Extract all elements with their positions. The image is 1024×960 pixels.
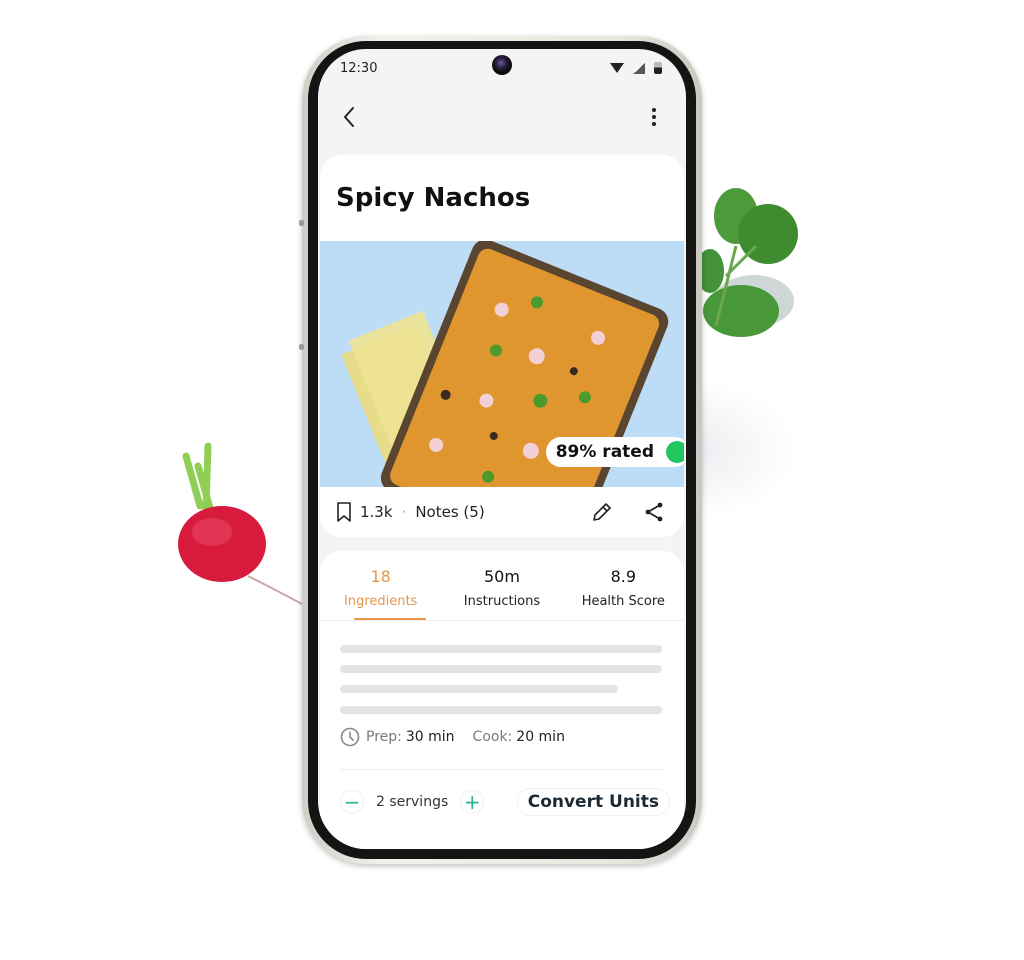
skeleton-line	[340, 665, 662, 673]
status-icons	[610, 62, 662, 74]
prep-label: Prep:	[366, 729, 402, 745]
battery-icon	[654, 62, 662, 74]
stat-value: 50m	[484, 567, 520, 586]
recipe-title: Spicy Nachos	[336, 183, 531, 213]
app-bar	[318, 97, 686, 137]
share-button[interactable]	[642, 500, 666, 524]
phone-side-button	[299, 220, 304, 226]
skeleton-line	[340, 685, 618, 693]
skeleton-line	[340, 706, 662, 714]
increase-servings-button[interactable]: +	[460, 790, 485, 814]
chevron-left-icon	[343, 107, 354, 127]
time-summary: Prep: 30 min Cook: 20 min	[340, 727, 565, 747]
stat-value: 18	[370, 567, 391, 586]
stat-value: 8.9	[610, 567, 637, 586]
phone-screen: 12:30 Spicy Nachos 89% rated 1.3k · Note…	[318, 49, 686, 849]
servings-row: − 2 servings + Convert Units	[340, 787, 670, 817]
stat-label: Ingredients	[343, 594, 418, 609]
plus-icon: +	[463, 790, 481, 814]
tab-instructions[interactable]: 50m Instructions	[447, 551, 557, 620]
edit-icon	[593, 503, 611, 521]
servings-count: 2 servings	[376, 794, 449, 810]
stats-tabs: 18 Ingredients 50m Instructions 8.9 Heal…	[320, 551, 684, 621]
edit-button[interactable]	[590, 500, 614, 524]
cilantro-decoration	[696, 188, 798, 337]
cook-label: Cook:	[472, 729, 513, 745]
stat-label: Health Score	[581, 594, 665, 609]
notes-link[interactable]: Notes (5)	[415, 503, 484, 521]
save-count: 1.3k	[360, 503, 393, 521]
divider	[340, 769, 664, 770]
cook-value: 20 min	[516, 729, 565, 745]
stat-label: Instructions	[463, 594, 541, 609]
share-icon	[645, 502, 663, 522]
back-button[interactable]	[336, 103, 364, 131]
signal-icon	[633, 62, 645, 74]
separator-dot: ·	[401, 503, 407, 521]
recipe-hero-image[interactable]: 89% rated	[320, 241, 684, 487]
more-vertical-icon	[652, 108, 656, 126]
status-bar: 12:30	[318, 49, 686, 89]
minus-icon: −	[343, 790, 361, 814]
skeleton-line	[340, 645, 662, 653]
prep-value: 30 min	[405, 729, 455, 745]
thumbs-up-icon	[666, 441, 684, 463]
background-glow	[690, 380, 800, 520]
rating-badge: 89% rated	[545, 437, 684, 467]
recipe-actions-bar: 1.3k · Notes (5)	[320, 487, 684, 537]
more-options-button[interactable]	[640, 103, 668, 131]
radish-decoration	[178, 442, 303, 605]
tab-health-score[interactable]: 8.9 Health Score	[568, 551, 678, 620]
convert-units-button[interactable]: Convert Units	[516, 788, 670, 816]
rating-label: 89% rated	[555, 442, 654, 462]
bookmark-icon[interactable]	[336, 502, 352, 522]
recipe-card: Spicy Nachos 89% rated 1.3k · Notes (5)	[320, 155, 684, 537]
wifi-icon	[610, 63, 624, 73]
recipe-details-card: 18 Ingredients 50m Instructions 8.9 Heal…	[320, 551, 684, 849]
status-time: 12:30	[340, 61, 378, 76]
clock-icon	[340, 727, 360, 747]
decrease-servings-button[interactable]: −	[340, 790, 364, 814]
front-camera	[492, 55, 512, 75]
phone-side-button	[299, 344, 304, 350]
tab-ingredients[interactable]: 18 Ingredients	[326, 551, 436, 620]
